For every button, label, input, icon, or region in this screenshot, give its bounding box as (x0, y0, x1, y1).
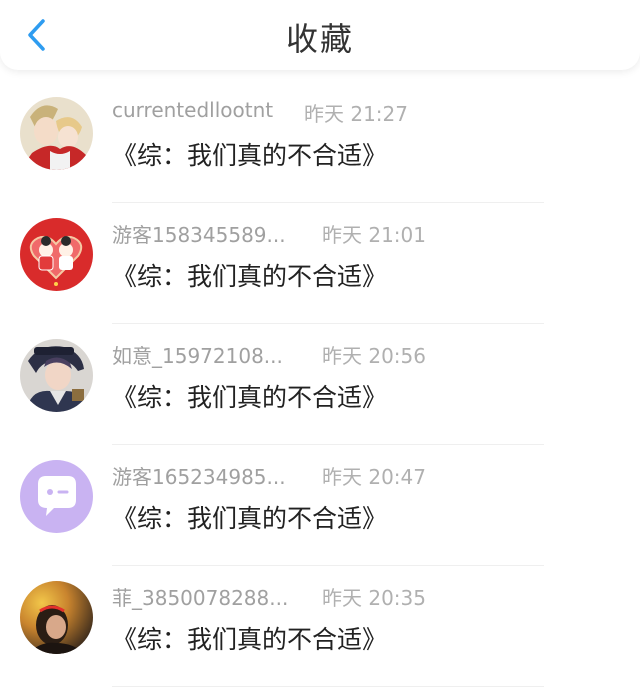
username: 游客165234985... (112, 465, 286, 489)
top-bar: 收藏 (0, 0, 640, 70)
divider (112, 565, 544, 566)
page-title: 收藏 (285, 20, 354, 58)
divider (112, 444, 544, 445)
anime-boy-avatar[interactable] (20, 339, 93, 412)
chat-bubble-avatar[interactable] (20, 460, 93, 533)
divider (112, 202, 544, 203)
list-item[interactable]: 游客165234985... 昨天 20:47 《综：我们真的不合适》 (0, 451, 640, 572)
list-item[interactable]: 菲_3850078288... 昨天 20:35 《综：我们真的不合适》 (0, 572, 640, 693)
list-item[interactable]: currentedllootnt 昨天 21:27 《综：我们真的不合适》 (0, 88, 640, 209)
timestamp: 昨天 21:27 (304, 102, 408, 126)
work-title: 《综：我们真的不合适》 (112, 625, 388, 654)
work-title: 《综：我们真的不合适》 (112, 383, 388, 412)
work-title: 《综：我们真的不合适》 (112, 504, 388, 533)
timestamp: 昨天 20:35 (322, 586, 426, 610)
username: 菲_3850078288... (112, 586, 289, 610)
favorites-list: currentedllootnt 昨天 21:27 《综：我们真的不合适》 游客… (0, 88, 640, 693)
photo-avatar[interactable] (20, 581, 93, 654)
timestamp: 昨天 21:01 (322, 223, 426, 247)
list-item[interactable]: 游客158345589... 昨天 21:01 《综：我们真的不合适》 (0, 209, 640, 330)
work-title: 《综：我们真的不合适》 (112, 141, 388, 170)
username: 如意_15972108... (112, 344, 283, 368)
anime-couple-avatar[interactable] (20, 97, 93, 170)
divider (112, 686, 544, 687)
list-item[interactable]: 如意_15972108... 昨天 20:56 《综：我们真的不合适》 (0, 330, 640, 451)
timestamp: 昨天 20:47 (322, 465, 426, 489)
timestamp: 昨天 20:56 (322, 344, 426, 368)
work-title: 《综：我们真的不合适》 (112, 262, 388, 291)
divider (112, 323, 544, 324)
username: 游客158345589... (112, 223, 286, 247)
red-cartoon-avatar[interactable] (20, 218, 93, 291)
username: currentedllootnt (112, 98, 274, 122)
